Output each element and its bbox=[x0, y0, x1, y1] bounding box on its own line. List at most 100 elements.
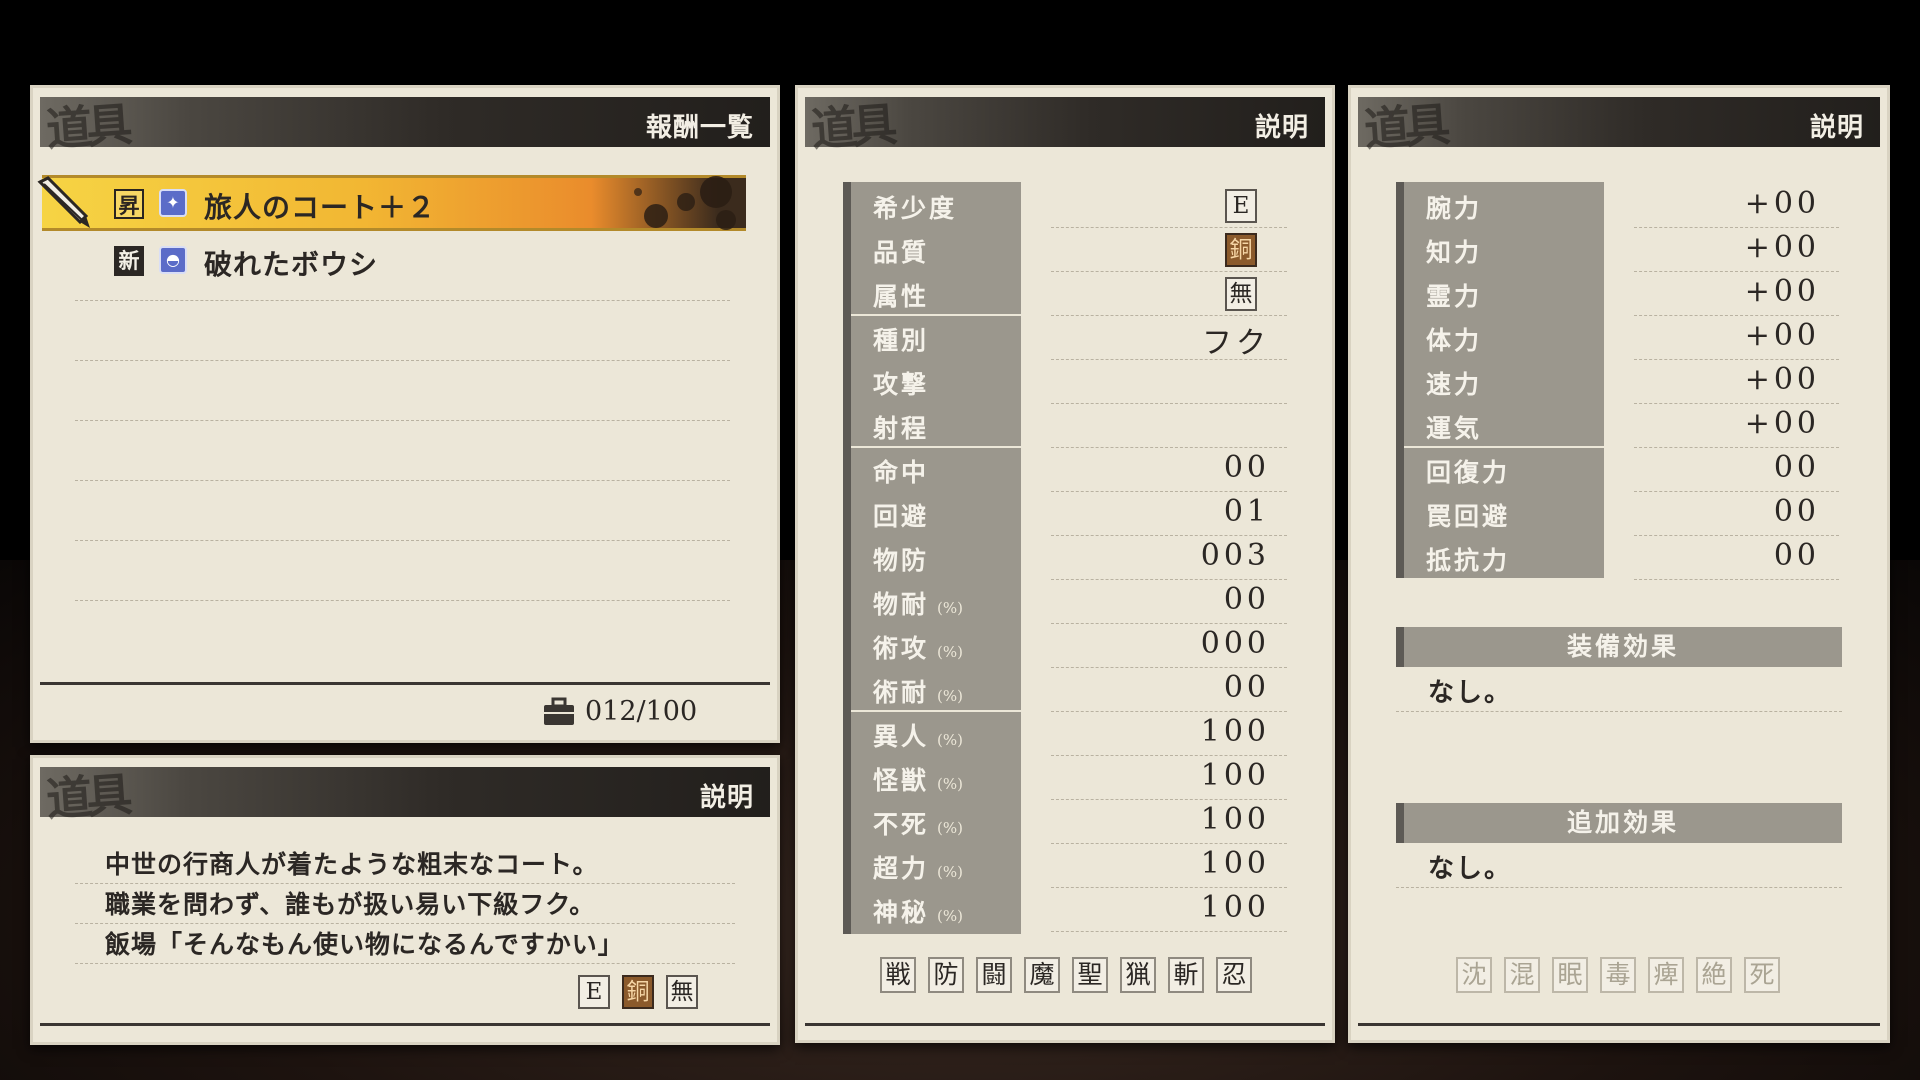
stat-value: 01 bbox=[1223, 494, 1270, 529]
status-ailment-icon: 沈 bbox=[1456, 957, 1492, 993]
effect-divider bbox=[1396, 887, 1842, 888]
stats-group-separator bbox=[851, 314, 1021, 316]
stat-divider bbox=[1051, 887, 1287, 888]
stat-label: 希少度 bbox=[873, 189, 957, 225]
class-icon: 闘 bbox=[976, 957, 1012, 993]
status-ailment-icon: 眠 bbox=[1552, 957, 1588, 993]
stat-label-text: 射程 bbox=[873, 414, 930, 443]
coat-item-icon: ✦ bbox=[159, 189, 187, 217]
class-icon: 魔 bbox=[1024, 957, 1060, 993]
stat-value-badge: 無 bbox=[1225, 277, 1257, 311]
stat-divider bbox=[1051, 843, 1287, 844]
equip-effect-header: 装備効果 bbox=[1396, 627, 1842, 667]
stat-label-text: 神秘 bbox=[873, 898, 930, 927]
stat-value-badge: E bbox=[1225, 189, 1257, 223]
upgrade-tag: 昇 bbox=[114, 189, 144, 219]
list-item[interactable]: 新 ◓ 破れたボウシ bbox=[42, 235, 746, 285]
stat-value: 100 bbox=[1200, 890, 1270, 925]
status-ailment-icon: 毒 bbox=[1600, 957, 1636, 993]
reward-list-title: 報酬一覧 bbox=[645, 113, 754, 143]
attribute-value: +00 bbox=[1744, 406, 1820, 441]
attribute-value: 00 bbox=[1773, 450, 1820, 485]
item-name: 旅人のコート＋２ bbox=[204, 191, 437, 224]
list-item-selected[interactable]: 昇 ✦ 旅人のコート＋２ bbox=[37, 175, 746, 231]
stats-header: 道具 説明 bbox=[805, 97, 1325, 157]
stat-label-text: 超力 bbox=[873, 854, 930, 883]
stat-label-text: 命中 bbox=[873, 458, 930, 487]
stat-label: 種別 bbox=[873, 321, 929, 357]
stat-label: 物耐 (%) bbox=[873, 585, 963, 621]
description-divider bbox=[75, 883, 735, 884]
list-divider bbox=[75, 600, 730, 601]
attribute-value: +00 bbox=[1744, 318, 1820, 353]
stat-divider bbox=[1051, 623, 1287, 624]
stat-label-text: 属性 bbox=[873, 282, 930, 311]
list-footer-rule bbox=[40, 682, 770, 685]
stat-label: 物防 bbox=[873, 541, 929, 577]
stat-value: 100 bbox=[1200, 758, 1270, 793]
list-divider bbox=[75, 420, 730, 421]
stats-group-separator bbox=[851, 710, 1021, 712]
stat-value: 000 bbox=[1200, 626, 1270, 661]
stat-label: 術攻 (%) bbox=[873, 629, 963, 665]
attribute-divider bbox=[1634, 579, 1839, 580]
list-divider bbox=[75, 480, 730, 481]
stat-divider bbox=[1051, 535, 1287, 536]
attribute-label: 知力 bbox=[1426, 238, 1483, 267]
description-divider bbox=[75, 963, 735, 964]
class-icon: 戦 bbox=[880, 957, 916, 993]
stat-divider bbox=[1051, 315, 1287, 316]
description-line: 飯場「そんなもん使い物になるんですかい」 bbox=[105, 930, 624, 959]
stat-label-text: 怪獣 bbox=[873, 766, 930, 795]
attribute-divider bbox=[1634, 535, 1839, 536]
percent-unit: (%) bbox=[937, 775, 963, 793]
stat-divider bbox=[1051, 931, 1287, 932]
rarity-badge: E bbox=[578, 975, 610, 1009]
stat-label-text: 攻撃 bbox=[873, 370, 930, 399]
inventory-count: 012/100 bbox=[585, 696, 698, 727]
attribute-label: 速力 bbox=[1426, 370, 1483, 399]
stat-value: 00 bbox=[1223, 670, 1270, 705]
class-icon: 聖 bbox=[1072, 957, 1108, 993]
stat-divider bbox=[1051, 271, 1287, 272]
stat-label: 属性 bbox=[873, 277, 929, 313]
stat-value: 00 bbox=[1223, 582, 1270, 617]
stat-divider bbox=[1051, 579, 1287, 580]
attribute-panel: 道具 説明 腕力 +00 知力 +00 霊力 +00 体力 +00 速力 +00 運気 +00 回復力 0… bbox=[1348, 85, 1890, 1043]
description-title: 説明 bbox=[699, 783, 754, 813]
attribute-label: 抵抗力 bbox=[1426, 546, 1511, 575]
briefcase-icon bbox=[544, 697, 574, 725]
stat-label: 不死 (%) bbox=[873, 805, 963, 841]
stat-label-text: 回避 bbox=[873, 502, 930, 531]
stats-group-separator bbox=[851, 446, 1021, 448]
class-icon: 猟 bbox=[1120, 957, 1156, 993]
stat-value: 003 bbox=[1200, 538, 1270, 573]
header-stain: 道具 bbox=[44, 767, 128, 827]
stat-label-text: 種別 bbox=[873, 326, 930, 355]
quality-badge: 銅 bbox=[622, 975, 654, 1009]
stat-value-badge: 銅 bbox=[1225, 233, 1257, 267]
status-ailment-icon: 痺 bbox=[1648, 957, 1684, 993]
class-icon: 防 bbox=[928, 957, 964, 993]
attribute-divider bbox=[1634, 271, 1839, 272]
attribute-label: 回復力 bbox=[1426, 458, 1511, 487]
class-icon: 斬 bbox=[1168, 957, 1204, 993]
ink-splatter-icon bbox=[634, 176, 736, 230]
description-divider bbox=[75, 923, 735, 924]
stat-label: 射程 bbox=[873, 409, 929, 445]
attribute-label: 腕力 bbox=[1426, 194, 1483, 223]
stat-label-text: 物防 bbox=[873, 546, 930, 575]
stat-label: 攻撃 bbox=[873, 365, 929, 401]
stat-divider bbox=[1051, 491, 1287, 492]
stat-label: 術耐 (%) bbox=[873, 673, 963, 709]
attribute-group-separator bbox=[1404, 446, 1604, 448]
stat-value: フク bbox=[1202, 326, 1270, 361]
stat-label: 神秘 (%) bbox=[873, 893, 963, 929]
pen-cursor-icon bbox=[37, 176, 90, 228]
description-footer-rule bbox=[40, 1023, 770, 1026]
percent-unit: (%) bbox=[937, 687, 963, 705]
stat-value: 100 bbox=[1200, 802, 1270, 837]
attribute-value: 00 bbox=[1773, 494, 1820, 529]
attribute-divider bbox=[1634, 359, 1839, 360]
class-icon: 忍 bbox=[1216, 957, 1252, 993]
